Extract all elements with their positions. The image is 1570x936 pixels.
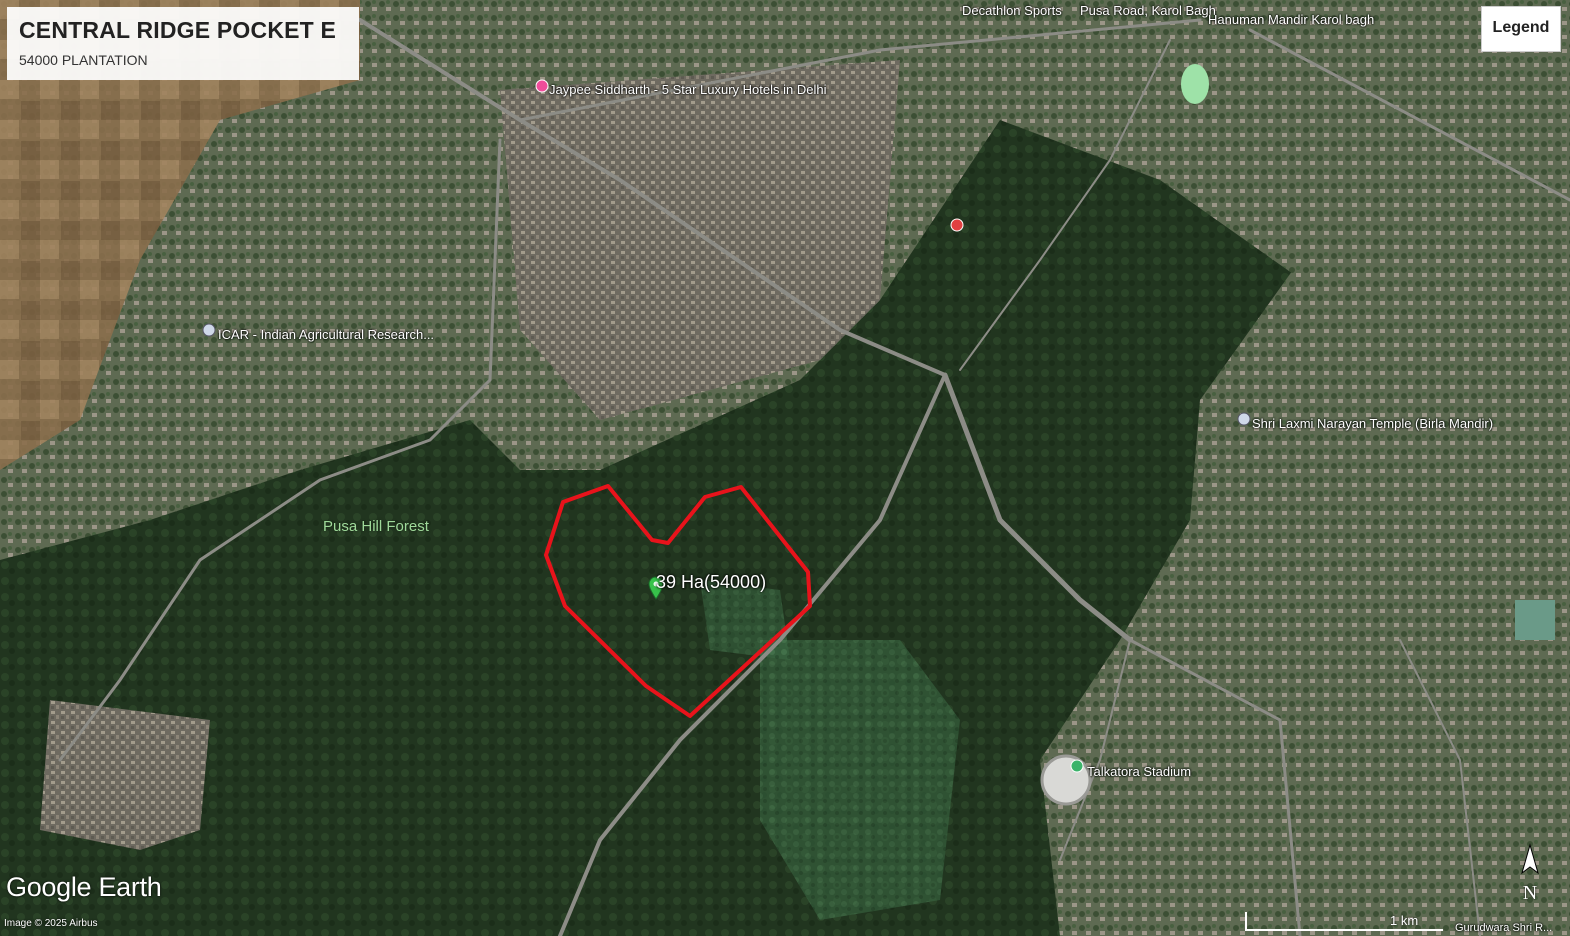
satellite-map[interactable] bbox=[0, 0, 1570, 936]
north-label: N bbox=[1522, 882, 1538, 904]
scale-label: 1 km bbox=[1390, 913, 1419, 928]
place-label-pusa-hill-forest[interactable]: Pusa Hill Forest bbox=[323, 518, 429, 535]
legend-button[interactable]: Legend bbox=[1481, 6, 1561, 52]
plantation-area-label[interactable]: 39 Ha(54000) bbox=[656, 572, 766, 593]
map-title: CENTRAL RIDGE POCKET E bbox=[19, 17, 337, 43]
pond bbox=[1181, 64, 1209, 104]
north-arrow-icon bbox=[1521, 843, 1539, 875]
stadium-poi-icon[interactable] bbox=[1070, 759, 1084, 773]
place-label-jaypee[interactable]: Jaypee Siddharth - 5 Star Luxury Hotels … bbox=[549, 82, 826, 97]
hospital-poi-icon[interactable] bbox=[950, 218, 964, 232]
place-label-gurudwara[interactable]: Gurudwara Shri R... bbox=[1455, 922, 1552, 934]
east-pool-building bbox=[1515, 600, 1555, 640]
google-earth-logo: Google Earth bbox=[6, 872, 162, 902]
place-label-pusa-road[interactable]: Pusa Road, Karol Bagh bbox=[1080, 3, 1216, 18]
place-label-talkatora[interactable]: Talkatora Stadium bbox=[1087, 764, 1191, 779]
map-title-panel: CENTRAL RIDGE POCKET E 54000 PLANTATION bbox=[7, 7, 359, 80]
place-label-hanuman-mandir[interactable]: Hanuman Mandir Karol bagh bbox=[1208, 12, 1374, 27]
place-poi-icon[interactable] bbox=[202, 323, 216, 337]
place-label-icar[interactable]: ICAR - Indian Agricultural Research... bbox=[218, 327, 434, 342]
north-arrow: N bbox=[1518, 843, 1542, 904]
place-label-decathlon[interactable]: Decathlon Sports bbox=[962, 3, 1062, 18]
map-subtitle: 54000 PLANTATION bbox=[19, 52, 148, 68]
hotel-poi-icon[interactable] bbox=[535, 79, 549, 93]
place-label-birla-mandir[interactable]: Shri Laxmi Narayan Temple (Birla Mandir) bbox=[1252, 416, 1493, 431]
imagery-credit: Image © 2025 Airbus bbox=[4, 918, 98, 929]
temple-poi-icon[interactable] bbox=[1237, 412, 1251, 426]
village-southwest bbox=[40, 700, 210, 850]
